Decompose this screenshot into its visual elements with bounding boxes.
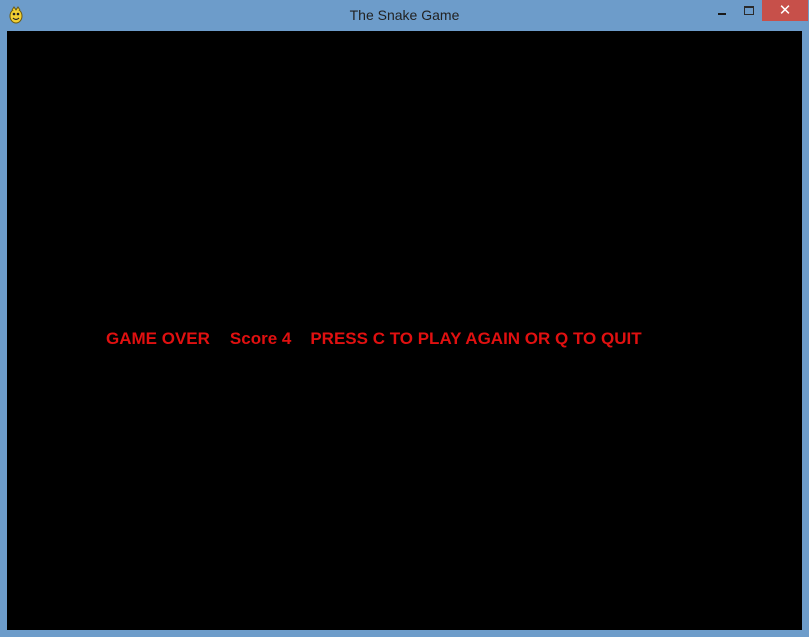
score-label: Score 4 bbox=[229, 329, 292, 348]
minimize-button[interactable] bbox=[708, 0, 735, 21]
game-over-label: GAME OVER bbox=[106, 329, 210, 348]
game-window: The Snake Game ✕ GAME OVER Score 4 PRESS C… bbox=[0, 0, 809, 637]
window-title: The Snake Game bbox=[349, 7, 460, 23]
maximize-button[interactable] bbox=[735, 0, 762, 21]
game-over-message: GAME OVER Score 4 PRESS C TO PLAY AGAIN OR… bbox=[106, 329, 642, 349]
game-canvas[interactable]: GAME OVER Score 4 PRESS C TO PLAY AGAIN OR… bbox=[7, 31, 802, 630]
close-button[interactable]: ✕ bbox=[762, 0, 808, 21]
instructions-label: PRESS C TO PLAY AGAIN OR Q TO QUIT bbox=[310, 329, 642, 348]
title-bar[interactable]: The Snake Game ✕ bbox=[0, 0, 809, 31]
close-icon: ✕ bbox=[778, 1, 792, 19]
